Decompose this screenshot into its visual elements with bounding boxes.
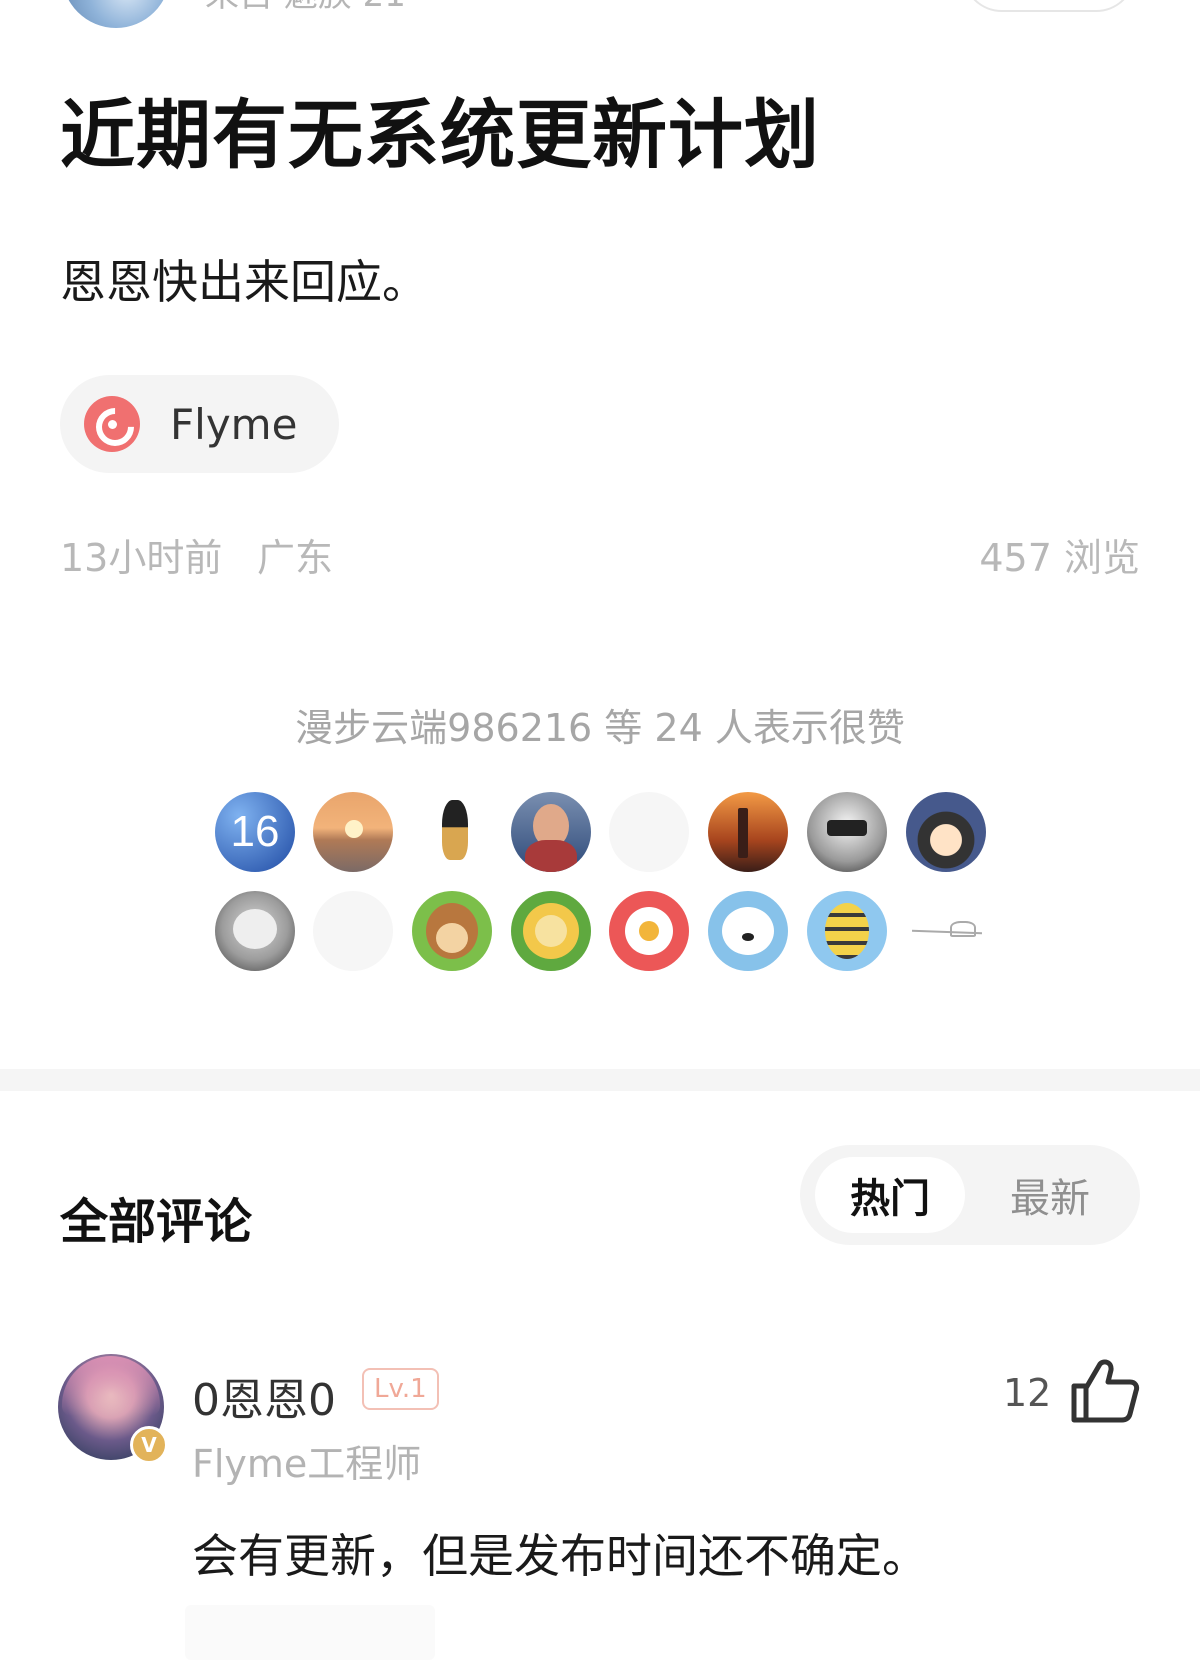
liker-avatar[interactable] — [906, 891, 986, 971]
liker-avatar[interactable] — [708, 792, 788, 872]
liker-avatar[interactable] — [906, 792, 986, 872]
topic-label: Flyme — [170, 399, 298, 449]
liker-avatar[interactable] — [807, 891, 887, 971]
commenter-name[interactable]: 0恩恩0 — [192, 1364, 336, 1428]
comments-title: 全部评论 — [60, 1194, 253, 1250]
liker-avatar[interactable] — [215, 891, 295, 971]
follow-button[interactable] — [962, 0, 1136, 12]
topic-chip[interactable]: Flyme — [60, 375, 340, 473]
flyme-logo-icon — [84, 396, 140, 452]
liker-avatar[interactable] — [412, 891, 492, 971]
comment-text: 会有更新，但是发布时间还不确定。 — [192, 1529, 928, 1583]
liker-avatar[interactable] — [511, 891, 591, 971]
liker-avatar[interactable] — [412, 792, 492, 872]
post-title: 近期有无系统更新计划 — [60, 91, 821, 179]
liker-avatar[interactable] — [807, 792, 887, 872]
post-time: 13小时前 — [60, 536, 223, 580]
sort-new-tab[interactable]: 最新 — [990, 1157, 1110, 1233]
liker-avatar[interactable] — [313, 792, 393, 872]
liker-avatar[interactable] — [609, 792, 689, 872]
comment-footer — [185, 1605, 435, 1660]
post-source: 来自 魅族 21 — [205, 0, 406, 12]
liker-avatar[interactable] — [708, 891, 788, 971]
liker-avatar[interactable]: 16 — [215, 792, 295, 872]
commenter-role: Flyme工程师 — [192, 1442, 422, 1486]
sort-hot-tab[interactable]: 热门 — [815, 1157, 965, 1233]
section-divider — [0, 1069, 1200, 1091]
thumbs-up-icon[interactable] — [1070, 1358, 1140, 1424]
liker-avatar[interactable] — [609, 891, 689, 971]
liker-avatar-label: 16 — [230, 807, 280, 856]
author-avatar[interactable] — [62, 0, 170, 28]
verified-badge-icon: V — [130, 1426, 168, 1464]
comment-like-count: 12 — [1003, 1371, 1052, 1415]
liker-avatar[interactable] — [511, 792, 591, 872]
post-views: 457 浏览 — [979, 536, 1140, 580]
likes-summary[interactable]: 漫步云端986216 等 24 人表示很赞 — [0, 697, 1200, 752]
post-body: 恩恩快出来回应。 — [60, 255, 428, 309]
post-region: 广东 — [257, 536, 334, 580]
liker-avatar[interactable] — [313, 891, 393, 971]
level-badge: Lv.1 — [362, 1368, 439, 1410]
